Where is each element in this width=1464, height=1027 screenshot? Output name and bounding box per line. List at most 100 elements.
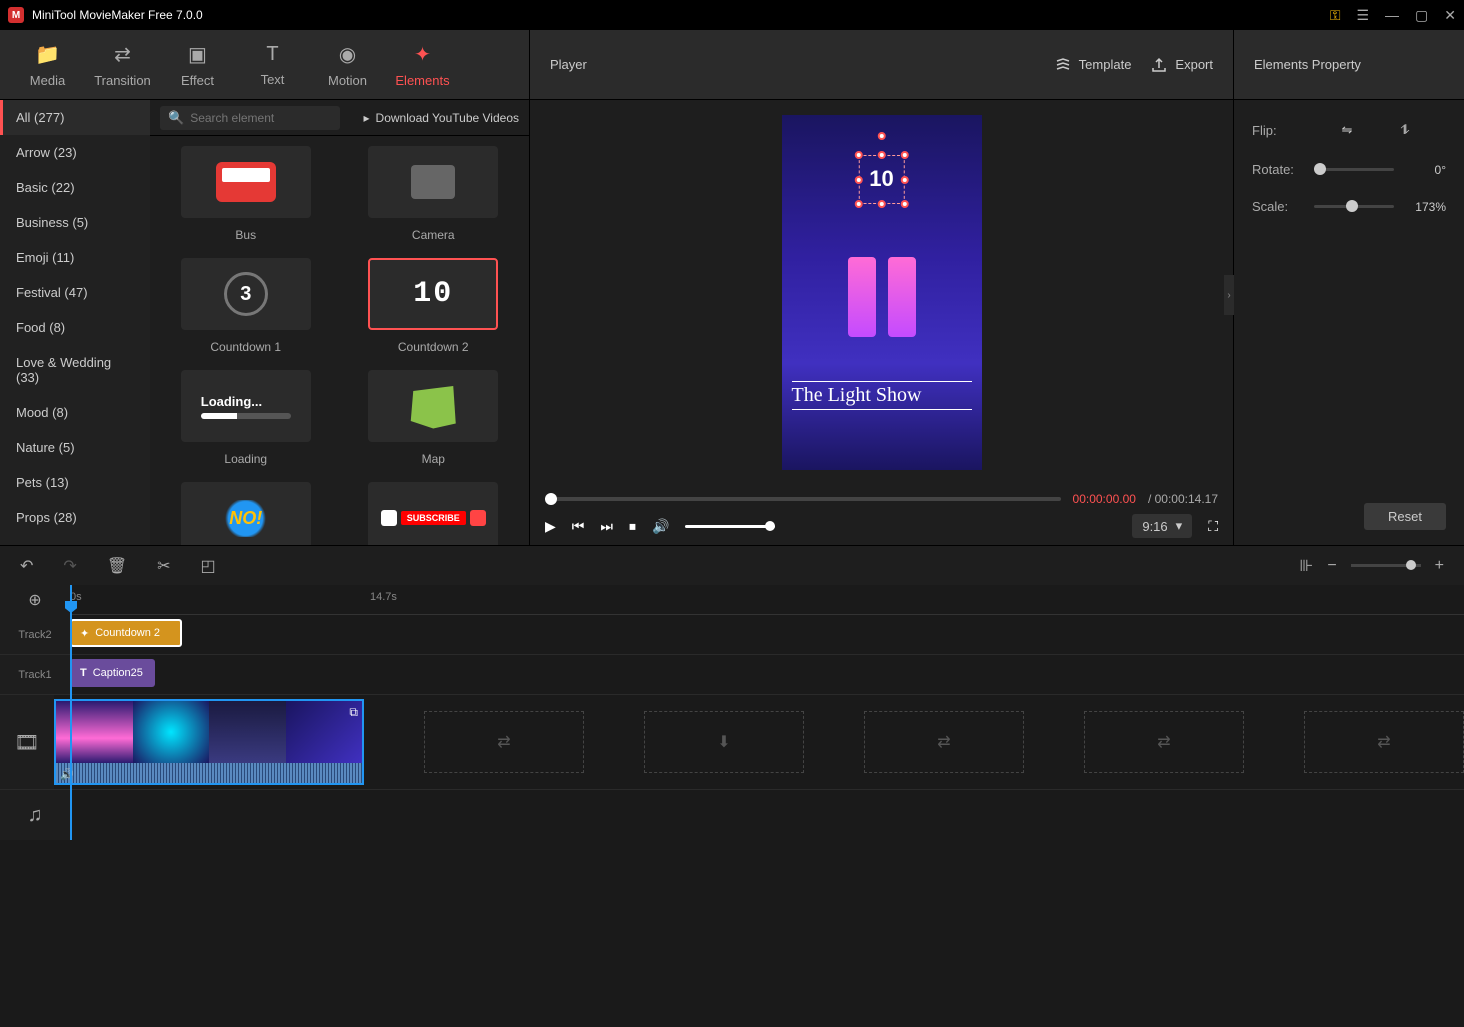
sidebar-item[interactable]: Basic (22) [0, 170, 150, 205]
element-item[interactable]: 10Countdown 2 [348, 258, 520, 354]
clip-caption[interactable]: T Caption25 [70, 659, 155, 687]
template-button[interactable]: Template [1055, 57, 1132, 73]
seek-thumb[interactable] [545, 493, 557, 505]
fit-button[interactable]: ⊪ [1299, 556, 1313, 576]
timeline-ruler[interactable]: ⊕ 0s 14.7s [0, 585, 1464, 615]
reset-button[interactable]: Reset [1364, 503, 1446, 530]
element-item[interactable]: Loading... Loading [160, 370, 332, 466]
flip-horizontal-button[interactable]: ⇋ [1334, 120, 1360, 140]
media-placeholder[interactable]: ⬇ [644, 711, 804, 773]
aspect-ratio-select[interactable]: 9:16 ▾ [1132, 514, 1192, 538]
sidebar-item[interactable]: Food (8) [0, 310, 150, 345]
fullscreen-button[interactable]: ⛶ [1208, 518, 1218, 535]
transition-placeholder[interactable]: ⇄ [1084, 711, 1244, 773]
element-thumb[interactable] [368, 370, 498, 442]
sidebar-item[interactable]: Festival (47) [0, 275, 150, 310]
tab-media[interactable]: 📁Media [10, 30, 85, 99]
properties-panel: › Flip: ⇋ ⥮ Rotate: 0° Scale: 173% Reset [1234, 100, 1464, 545]
element-thumb[interactable] [368, 146, 498, 218]
transition-placeholder[interactable]: ⇄ [424, 711, 584, 773]
seek-bar[interactable] [545, 497, 1061, 501]
element-item[interactable]: SUBSCRIBESubscribe 1 [348, 482, 520, 545]
element-item[interactable]: Map [348, 370, 520, 466]
search-box[interactable]: 🔍 [160, 106, 340, 130]
element-thumb[interactable]: SUBSCRIBE [368, 482, 498, 545]
sidebar-item[interactable]: Nature (5) [0, 430, 150, 465]
element-overlay[interactable]: 10 [858, 155, 904, 204]
sidebar-item[interactable]: Business (5) [0, 205, 150, 240]
split-button[interactable]: ✂ [157, 556, 170, 576]
delete-button[interactable]: 🗑 [107, 556, 127, 576]
sidebar-item[interactable]: Props (28) [0, 500, 150, 535]
zoom-in-button[interactable]: + [1435, 557, 1444, 575]
menu-icon[interactable]: ☰ [1356, 7, 1369, 24]
handle-bc[interactable] [877, 200, 885, 208]
prev-frame-button[interactable]: ⏮ [572, 518, 585, 535]
element-item[interactable]: Bus [160, 146, 332, 242]
rotate-slider[interactable] [1314, 168, 1394, 171]
handle-tc[interactable] [877, 151, 885, 159]
track-1: Track1 T Caption25 [0, 655, 1464, 695]
handle-rotate[interactable] [877, 132, 885, 140]
video-clip[interactable]: ⧉ 🔊 [54, 699, 364, 785]
element-item[interactable]: Camera [348, 146, 520, 242]
element-thumb[interactable]: NO! [181, 482, 311, 545]
element-thumb[interactable]: Loading... [181, 370, 311, 442]
search-input[interactable] [190, 111, 345, 125]
element-label: Loading [224, 452, 267, 466]
sidebar-item[interactable]: Love & Wedding (33) [0, 345, 150, 395]
handle-tr[interactable] [901, 151, 909, 159]
tab-motion[interactable]: ◉Motion [310, 30, 385, 99]
handle-ml[interactable] [854, 176, 862, 184]
volume-slider[interactable] [685, 525, 775, 528]
sidebar-item[interactable]: Arrow (23) [0, 135, 150, 170]
swap-icon: ⇄ [114, 42, 131, 67]
handle-bl[interactable] [854, 200, 862, 208]
scale-slider[interactable] [1314, 205, 1394, 208]
collapse-panel-button[interactable]: › [1224, 275, 1234, 315]
tab-transition[interactable]: ⇄Transition [85, 30, 160, 99]
transition-placeholder[interactable]: ⇄ [1304, 711, 1464, 773]
clip-countdown[interactable]: ✦ Countdown 2 [70, 619, 182, 647]
element-thumb[interactable]: 10 [368, 258, 498, 330]
transition-placeholder[interactable]: ⇄ [864, 711, 1024, 773]
add-track-button[interactable]: ⊕ [0, 585, 70, 615]
handle-tl[interactable] [854, 151, 862, 159]
sidebar-item[interactable]: All (277) [0, 100, 150, 135]
app-icon: M [8, 7, 24, 23]
zoom-out-button[interactable]: − [1327, 557, 1336, 575]
download-youtube-link[interactable]: ▸ Download YouTube Videos [364, 111, 519, 125]
element-thumb[interactable] [181, 146, 311, 218]
element-thumb[interactable]: 3 [181, 258, 311, 330]
tab-effect[interactable]: ▣Effect [160, 30, 235, 99]
track-2: Track2 ✦ Countdown 2 [0, 615, 1464, 655]
preview-area[interactable]: 10 The Light Show [530, 100, 1233, 485]
element-item[interactable]: NO!No [160, 482, 332, 545]
key-icon[interactable]: ⚿ [1330, 7, 1341, 24]
play-button[interactable]: ▶ [545, 518, 556, 535]
tab-elements[interactable]: ✦Elements [385, 30, 460, 99]
next-frame-button[interactable]: ⏭ [600, 518, 613, 535]
transition-icon[interactable]: ⧉ [349, 705, 358, 720]
sidebar-item[interactable]: Travel (40) [0, 535, 150, 545]
sidebar-item[interactable]: Emoji (11) [0, 240, 150, 275]
export-button[interactable]: Export [1151, 57, 1213, 73]
zoom-slider[interactable] [1351, 564, 1421, 567]
sidebar-item[interactable]: Mood (8) [0, 395, 150, 430]
minimize-icon[interactable]: — [1385, 7, 1399, 23]
sidebar-item[interactable]: Pets (13) [0, 465, 150, 500]
flip-vertical-button[interactable]: ⥮ [1392, 120, 1418, 140]
close-icon[interactable]: ✕ [1444, 7, 1456, 24]
tab-text[interactable]: TText [235, 30, 310, 99]
element-item[interactable]: 3Countdown 1 [160, 258, 332, 354]
stop-button[interactable]: ⏹ [629, 518, 636, 535]
playhead[interactable] [70, 585, 72, 840]
redo-button[interactable]: ↷ [63, 556, 76, 576]
undo-button[interactable]: ↶ [20, 556, 33, 576]
handle-mr[interactable] [901, 176, 909, 184]
handle-br[interactable] [901, 200, 909, 208]
crop-button[interactable]: ◰ [201, 556, 216, 576]
maximize-icon[interactable]: ▢ [1415, 7, 1428, 24]
volume-icon[interactable]: 🔊 [652, 518, 669, 535]
timeline-toolbar: ↶ ↷ 🗑 ✂ ◰ ⊪ − + [0, 545, 1464, 585]
